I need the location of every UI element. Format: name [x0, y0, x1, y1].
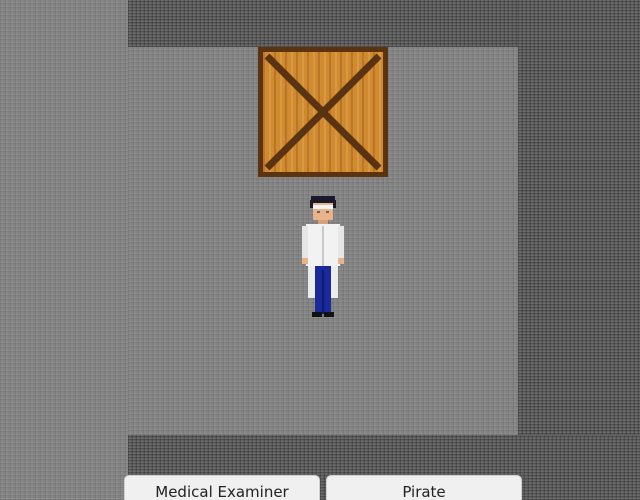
- wooden-crate-icon: [258, 47, 388, 177]
- medical-examiner-button[interactable]: Medical Examiner: [124, 475, 320, 500]
- floor-left: [0, 0, 128, 500]
- medical-examiner-character: [302, 196, 344, 317]
- crate-cross-brace: [264, 53, 382, 171]
- pirate-button[interactable]: Pirate: [326, 475, 522, 500]
- wall-right: [518, 0, 640, 500]
- game-scene: Medical Examiner Pirate: [0, 0, 640, 500]
- character-choice-bar: Medical Examiner Pirate: [0, 475, 640, 500]
